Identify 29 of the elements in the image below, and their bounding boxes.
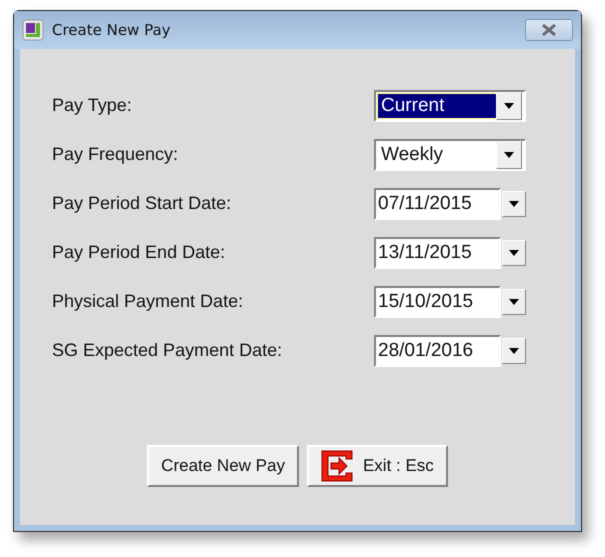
date-field[interactable]: 07/11/2015 — [374, 188, 501, 220]
field-label: Pay Frequency: — [52, 144, 180, 165]
dropdown-caret-icon — [509, 200, 519, 206]
app-icon — [22, 19, 44, 41]
field-label: Pay Period Start Date: — [52, 193, 232, 214]
date-field[interactable]: 15/10/2015 — [374, 286, 501, 318]
field-label: Pay Period End Date: — [52, 242, 226, 263]
dropdown-caret-icon — [509, 298, 519, 304]
dropdown-button[interactable] — [502, 338, 526, 364]
field-label: SG Expected Payment Date: — [52, 340, 284, 361]
date-field[interactable]: 13/11/2015 — [374, 236, 501, 268]
dropdown-button[interactable] — [502, 288, 526, 314]
dropdown-caret-icon — [509, 348, 519, 354]
create-button[interactable]: Create New Pay — [147, 445, 299, 487]
window-title: Create New Pay — [52, 21, 172, 39]
exit-door-icon — [320, 450, 353, 482]
dropdown-caret-icon — [504, 152, 514, 158]
exit-button[interactable]: Exit : Esc — [306, 445, 448, 487]
field-label: Pay Type: — [52, 95, 133, 116]
dropdown-button[interactable] — [502, 190, 526, 216]
close-button[interactable] — [525, 19, 573, 41]
dropdown-caret-icon — [504, 102, 514, 108]
dropdown-button[interactable] — [502, 240, 526, 266]
date-field[interactable]: 28/01/2016 — [374, 334, 501, 366]
dropdown-field[interactable]: Weekly — [374, 138, 526, 170]
dropdown-caret-icon — [509, 250, 519, 256]
close-icon — [540, 24, 558, 36]
field-label: Physical Payment Date: — [52, 291, 244, 312]
dropdown-field[interactable]: Current — [374, 90, 526, 122]
